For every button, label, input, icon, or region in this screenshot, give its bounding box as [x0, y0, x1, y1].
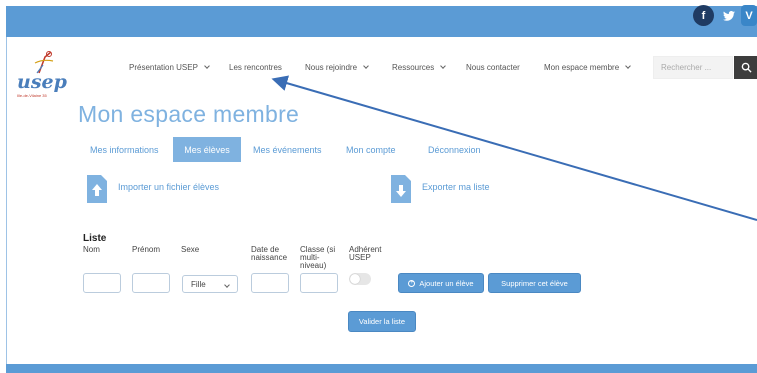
- nom-input[interactable]: [83, 273, 121, 293]
- nav-item-ressources[interactable]: Ressources: [392, 63, 447, 72]
- nav-item-label: Mon espace membre: [544, 63, 620, 72]
- vimeo-icon[interactable]: V: [741, 5, 757, 26]
- top-social-bar: [6, 6, 757, 37]
- column-label-line: naissance: [251, 253, 288, 262]
- logo-text: usep: [17, 71, 67, 93]
- upload-arrow-icon: [92, 184, 102, 196]
- nav-item-label: Nous rejoindre: [305, 63, 358, 72]
- upload-file-icon[interactable]: [87, 175, 107, 203]
- column-label-line: USEP: [349, 253, 371, 262]
- column-label-line: niveau): [300, 261, 327, 270]
- date-naissance-input[interactable]: [251, 273, 289, 293]
- nav-item-rencontres[interactable]: Les rencontres: [229, 63, 282, 72]
- tab-deconnexion[interactable]: Déconnexion: [418, 137, 491, 162]
- chevron-down-icon: [204, 63, 210, 69]
- column-label-sexe: Sexe: [181, 245, 200, 254]
- tab-mes-evenements[interactable]: Mes événements: [243, 137, 332, 162]
- tab-mon-compte[interactable]: Mon compte: [336, 137, 406, 162]
- tab-mes-informations[interactable]: Mes informations: [80, 137, 169, 162]
- main-page: usep Ille-de-Vilaine 35 Présentation USE…: [6, 37, 757, 364]
- nav-item-label: Nous contacter: [466, 63, 520, 72]
- list-title: Liste: [83, 233, 107, 244]
- validate-list-button[interactable]: Valider la liste: [348, 311, 416, 332]
- nav-item-rejoindre[interactable]: Nous rejoindre: [305, 63, 369, 72]
- search-icon: [741, 62, 752, 73]
- download-arrow-icon: [396, 185, 406, 197]
- search-button[interactable]: [734, 56, 757, 79]
- adherent-usep-toggle[interactable]: [349, 273, 371, 285]
- column-label-nom: Nom: [83, 245, 100, 254]
- add-student-label: Ajouter un élève: [419, 278, 474, 288]
- chevron-down-icon: [440, 63, 447, 69]
- chevron-down-icon: [363, 63, 369, 69]
- export-list-link[interactable]: Exporter ma liste: [422, 182, 490, 192]
- nav-item-label: Les rencontres: [229, 63, 282, 72]
- delete-student-button[interactable]: Supprimer cet élève: [488, 273, 581, 293]
- twitter-bird-shape: [722, 10, 735, 21]
- chevron-down-icon: [224, 282, 230, 288]
- nav-item-presentation[interactable]: Présentation USEP: [129, 63, 210, 72]
- page-title: Mon espace membre: [78, 101, 300, 127]
- column-label-date: Date de naissance: [251, 246, 287, 262]
- bottom-bar: [6, 364, 757, 373]
- classe-input[interactable]: [300, 273, 338, 293]
- sexe-select[interactable]: Fille: [182, 275, 238, 293]
- download-file-icon[interactable]: [391, 175, 411, 203]
- facebook-icon[interactable]: f: [693, 5, 714, 26]
- tab-mes-eleves[interactable]: Mes élèves: [173, 137, 241, 162]
- column-label-prenom: Prénom: [132, 245, 161, 254]
- twitter-icon[interactable]: [718, 5, 739, 26]
- add-student-button[interactable]: + Ajouter un élève: [398, 273, 484, 293]
- sexe-selected-value: Fille: [191, 280, 206, 289]
- column-label-classe: Classe (si multi- niveau): [300, 246, 335, 270]
- chevron-down-icon: [625, 63, 631, 69]
- plus-circle-icon: +: [408, 279, 416, 287]
- prenom-input[interactable]: [132, 273, 170, 293]
- import-students-link[interactable]: Importer un fichier élèves: [118, 182, 219, 192]
- usep-logo[interactable]: usep Ille-de-Vilaine 35: [13, 49, 67, 98]
- logo-subtitle: Ille-de-Vilaine 35: [17, 93, 47, 98]
- nav-item-label: Ressources: [392, 63, 435, 72]
- search-input[interactable]: Rechercher ...: [653, 56, 733, 79]
- nav-item-label: Présentation USEP: [129, 63, 198, 72]
- nav-item-espace-membre[interactable]: Mon espace membre: [544, 63, 631, 72]
- column-label-adherent: Adhérent USEP: [349, 246, 381, 262]
- nav-item-contact[interactable]: Nous contacter: [466, 63, 520, 72]
